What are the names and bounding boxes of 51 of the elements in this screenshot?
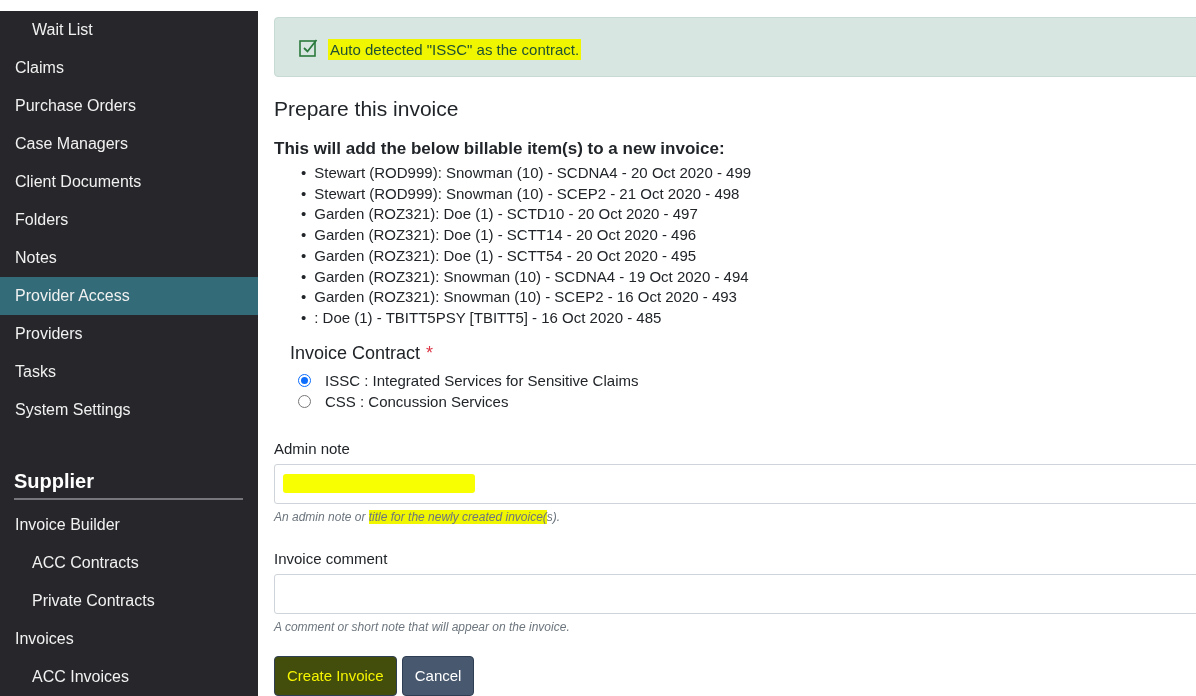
sidebar-item[interactable]: Private Contracts <box>0 582 258 620</box>
sidebar-item[interactable]: Purchase Orders <box>0 87 258 125</box>
sidebar-item[interactable]: Providers <box>0 315 258 353</box>
sidebar-item[interactable]: Tasks <box>0 353 258 391</box>
sidebar-item[interactable]: Provider Access <box>0 277 258 315</box>
sidebar-item[interactable]: Claims <box>0 49 258 87</box>
sidebar-item[interactable]: Notes <box>0 239 258 277</box>
required-mark: * <box>426 342 434 364</box>
section-heading: This will add the below billable item(s) to a new invoice: <box>274 139 726 159</box>
sidebar-item[interactable]: ACC Contracts <box>0 544 258 582</box>
billable-item: Stewart (ROD999): Snowman (10) - SCEP2 - 21 Oct 2020 - 498 <box>314 183 740 204</box>
sidebar-item[interactable]: Folders <box>0 201 258 239</box>
field-label: Admin note <box>274 439 351 457</box>
sidebar-item[interactable]: System Settings <box>0 391 258 429</box>
billable-item: : Doe (1) - TBITT5PSY [TBITT5] - 16 Oct 2020 - 485 <box>314 307 662 328</box>
radio-button[interactable] <box>298 394 311 408</box>
sidebar-item[interactable]: Invoice Builder <box>0 506 258 544</box>
checkbox-icon <box>299 37 318 57</box>
field-label: Invoice comment <box>274 549 389 567</box>
sidebar-item[interactable]: Client Documents <box>0 163 258 201</box>
sidebar-item[interactable]: Wait List <box>0 11 258 49</box>
billable-item: Stewart (ROD999): Snowman (10) - SCDNA4 - 20 Oct 2020 - 499 <box>314 163 752 183</box>
billable-item: Garden (ROZ321): Snowman (10) - SCEP2 - 16 Oct 2020 - 493 <box>314 287 737 308</box>
sidebar-item[interactable]: Case Managers <box>0 125 258 163</box>
radio-label[interactable]: ISSC : Integrated Services for Sensitive Claims <box>325 369 639 391</box>
sidebar-item[interactable]: ACC Invoices <box>0 658 258 696</box>
sidebar-item[interactable]: Invoices <box>0 620 258 658</box>
billable-item: Garden (ROZ321): Doe (1) - SCTD10 - 20 Oct 2020 - 497 <box>314 204 698 225</box>
billable-item: Garden (ROZ321): Snowman (10) - SCDNA4 - 19 Oct 2020 - 494 <box>314 266 749 287</box>
bullet: • <box>301 225 307 246</box>
bullet: • <box>301 287 307 308</box>
page-heading: Prepare this invoice <box>274 97 460 121</box>
alert-text: Auto detected "ISSC" as the contract. <box>328 38 582 60</box>
action-button[interactable]: Cancel <box>401 655 475 696</box>
field-hint: A comment or short note that will appear on the invoice. <box>274 619 571 634</box>
text-field[interactable] <box>274 463 1196 504</box>
bullet: • <box>301 266 307 287</box>
field-hint: An admin note or title for the newly created invoice(s). <box>274 509 562 524</box>
field-label: Invoice Contract <box>290 342 421 364</box>
radio-button[interactable] <box>298 373 311 387</box>
billable-item: Garden (ROZ321): Doe (1) - SCTT54 - 20 Oct 2020 - 495 <box>314 245 697 266</box>
bullet: • <box>301 307 307 328</box>
radio-label[interactable]: CSS : Concussion Services <box>325 390 509 412</box>
sidebar-section-title: Supplier <box>14 462 243 500</box>
billable-item: Garden (ROZ321): Doe (1) - SCTT14 - 20 Oct 2020 - 496 <box>314 225 697 246</box>
bullet: • <box>301 245 307 266</box>
bullet: • <box>301 163 307 183</box>
bullet: • <box>301 183 307 204</box>
action-button[interactable]: Create Invoice <box>274 655 397 696</box>
text-field[interactable] <box>274 573 1196 614</box>
bullet: • <box>301 204 307 225</box>
